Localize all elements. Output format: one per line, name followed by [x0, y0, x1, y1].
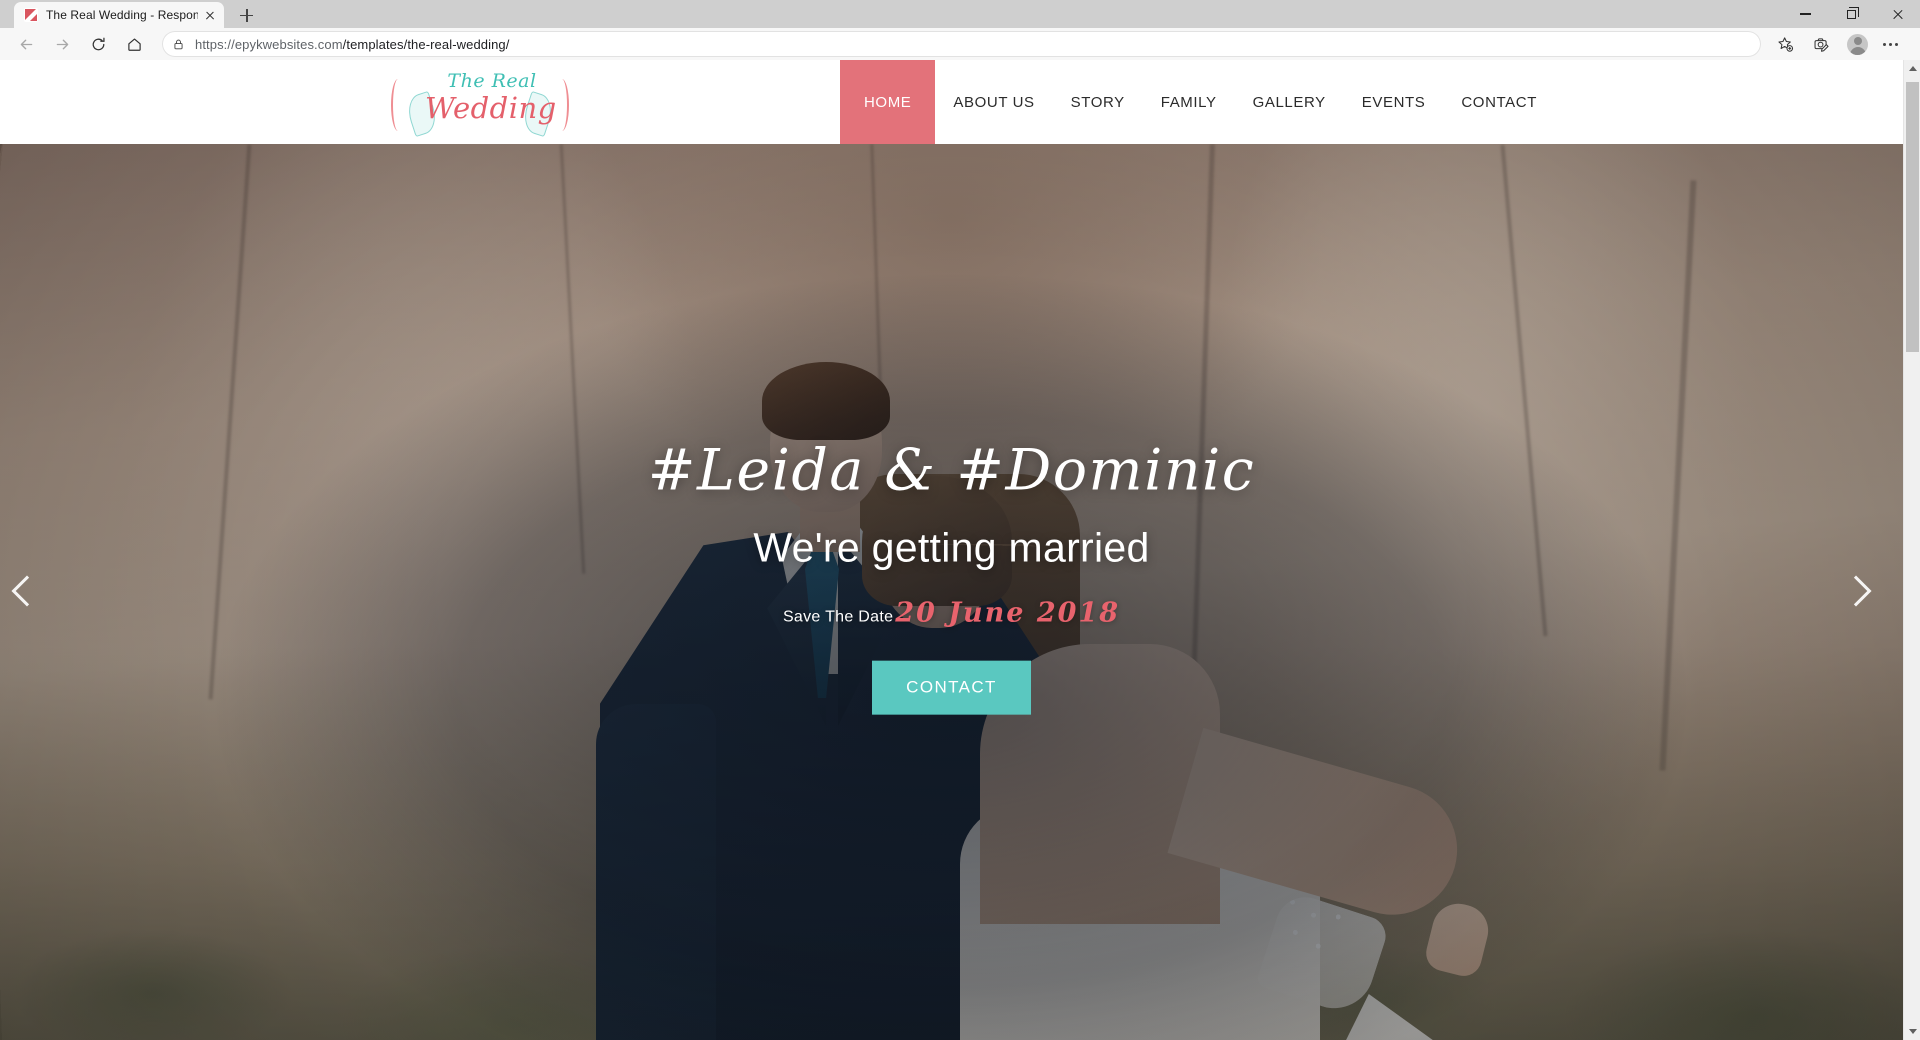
site-header: The Real Wedding HOME ABOUT US STORY FAM…	[0, 60, 1903, 144]
site-logo[interactable]: The Real Wedding	[380, 65, 580, 139]
lock-icon	[174, 39, 183, 49]
chevron-left-icon[interactable]	[6, 572, 46, 612]
plus-icon[interactable]	[232, 2, 260, 28]
wedding-logo-favicon	[24, 8, 38, 22]
scrollbar-thumb[interactable]	[1906, 82, 1919, 352]
nav-item-story[interactable]: STORY	[1053, 60, 1143, 144]
web-page: The Real Wedding HOME ABOUT US STORY FAM…	[0, 60, 1903, 1040]
close-icon[interactable]	[202, 7, 218, 23]
scroll-up-arrow-icon[interactable]	[1904, 60, 1920, 77]
url-text: https://epykwebsites.com/templates/the-r…	[195, 36, 510, 52]
nav-item-about-us[interactable]: ABOUT US	[935, 60, 1052, 144]
nav-item-gallery[interactable]: GALLERY	[1235, 60, 1344, 144]
toolbar-actions	[1769, 30, 1910, 58]
hero-subtitle: We're getting married	[753, 524, 1150, 571]
hero-slider: #Leida & #Dominic We're getting married …	[0, 144, 1903, 1040]
arrow-right-icon[interactable]	[46, 30, 78, 58]
browser-tab[interactable]: The Real Wedding - Responsive	[14, 2, 224, 28]
nav-item-contact[interactable]: CONTACT	[1443, 60, 1555, 144]
star-add-icon[interactable]	[1769, 30, 1801, 58]
hero-content: #Leida & #Dominic We're getting married …	[0, 437, 1903, 745]
hero-couple-names: #Leida & #Dominic	[647, 437, 1256, 504]
page-viewport: The Real Wedding HOME ABOUT US STORY FAM…	[0, 60, 1920, 1040]
chevron-right-icon[interactable]	[1835, 572, 1875, 612]
arrow-left-icon[interactable]	[10, 30, 42, 58]
logo-line-1: The Real	[447, 70, 537, 92]
hero-save-the-date: Save The Date 20 June 2018	[0, 597, 1903, 628]
collections-camera-icon[interactable]	[1805, 30, 1837, 58]
scroll-down-arrow-icon[interactable]	[1904, 1023, 1920, 1040]
ellipsis-menu-icon[interactable]	[1874, 30, 1906, 58]
nav-item-family[interactable]: FAMILY	[1143, 60, 1235, 144]
nav-item-events[interactable]: EVENTS	[1344, 60, 1444, 144]
profile-avatar-icon[interactable]	[1847, 33, 1868, 55]
address-bar[interactable]: https://epykwebsites.com/templates/the-r…	[162, 31, 1761, 57]
tab-title: The Real Wedding - Responsive	[46, 8, 198, 22]
window-controls	[1782, 0, 1920, 28]
nav-item-home[interactable]: HOME	[840, 60, 936, 144]
save-the-date-label: Save The Date	[782, 608, 894, 626]
close-icon[interactable]	[1874, 0, 1920, 28]
restore-icon[interactable]	[1828, 0, 1874, 28]
main-navigation: HOME ABOUT US STORY FAMILY GALLERY EVENT…	[840, 60, 1555, 144]
logo-swirl-right-icon	[555, 79, 569, 131]
page-scrollbar[interactable]	[1903, 60, 1920, 1040]
wedding-date-value: 20 June 2018	[895, 597, 1121, 629]
home-icon[interactable]	[118, 30, 150, 58]
logo-swirl-left-icon	[391, 79, 405, 131]
browser-window: The Real Wedding - Responsive https://ep…	[0, 0, 1920, 1040]
browser-toolbar: https://epykwebsites.com/templates/the-r…	[0, 28, 1920, 60]
hero-contact-button[interactable]: CONTACT	[872, 660, 1031, 715]
logo-line-2: Wedding	[425, 91, 557, 125]
tab-strip: The Real Wedding - Responsive	[0, 0, 1920, 28]
minimize-icon[interactable]	[1782, 0, 1828, 28]
reload-icon[interactable]	[82, 30, 114, 58]
